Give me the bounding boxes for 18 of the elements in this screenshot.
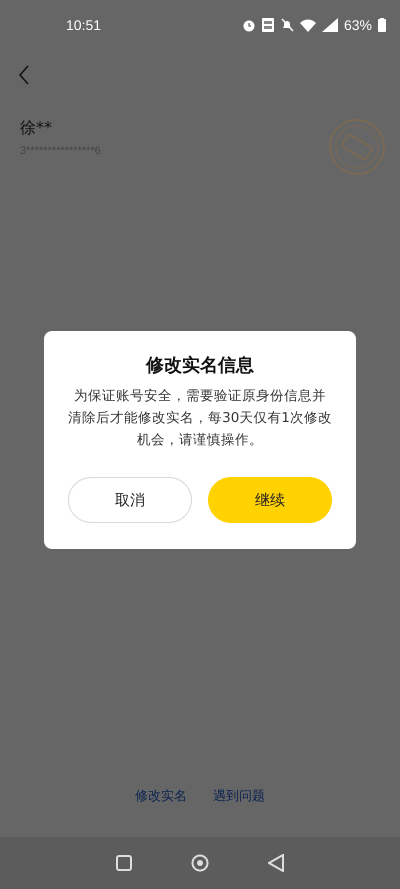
- dialog-title: 修改实名信息: [146, 354, 254, 377]
- status-time: 10:51: [66, 17, 102, 33]
- home-icon[interactable]: [190, 854, 209, 872]
- volte-icon: [262, 18, 274, 32]
- alarm-icon: [242, 18, 256, 32]
- user-name: 徐**: [20, 118, 53, 139]
- back-nav-icon[interactable]: [268, 854, 284, 872]
- signal-icon: [322, 18, 338, 32]
- cancel-button[interactable]: 取消: [68, 477, 192, 523]
- back-icon[interactable]: [18, 65, 30, 85]
- continue-button[interactable]: 继续: [208, 477, 332, 523]
- stamp-icon: [328, 118, 386, 176]
- recent-apps-icon[interactable]: [116, 855, 132, 871]
- muted-bell-icon: [280, 18, 294, 32]
- battery-icon: [378, 18, 386, 32]
- dialog-message: 为保证账号安全，需要验证原身份信息并清除后才能修改实名，每30天仅有1次修改机会，请谨慎操作。: [68, 387, 332, 450]
- battery-percentage: 63%: [344, 17, 372, 33]
- wifi-icon: [300, 18, 316, 32]
